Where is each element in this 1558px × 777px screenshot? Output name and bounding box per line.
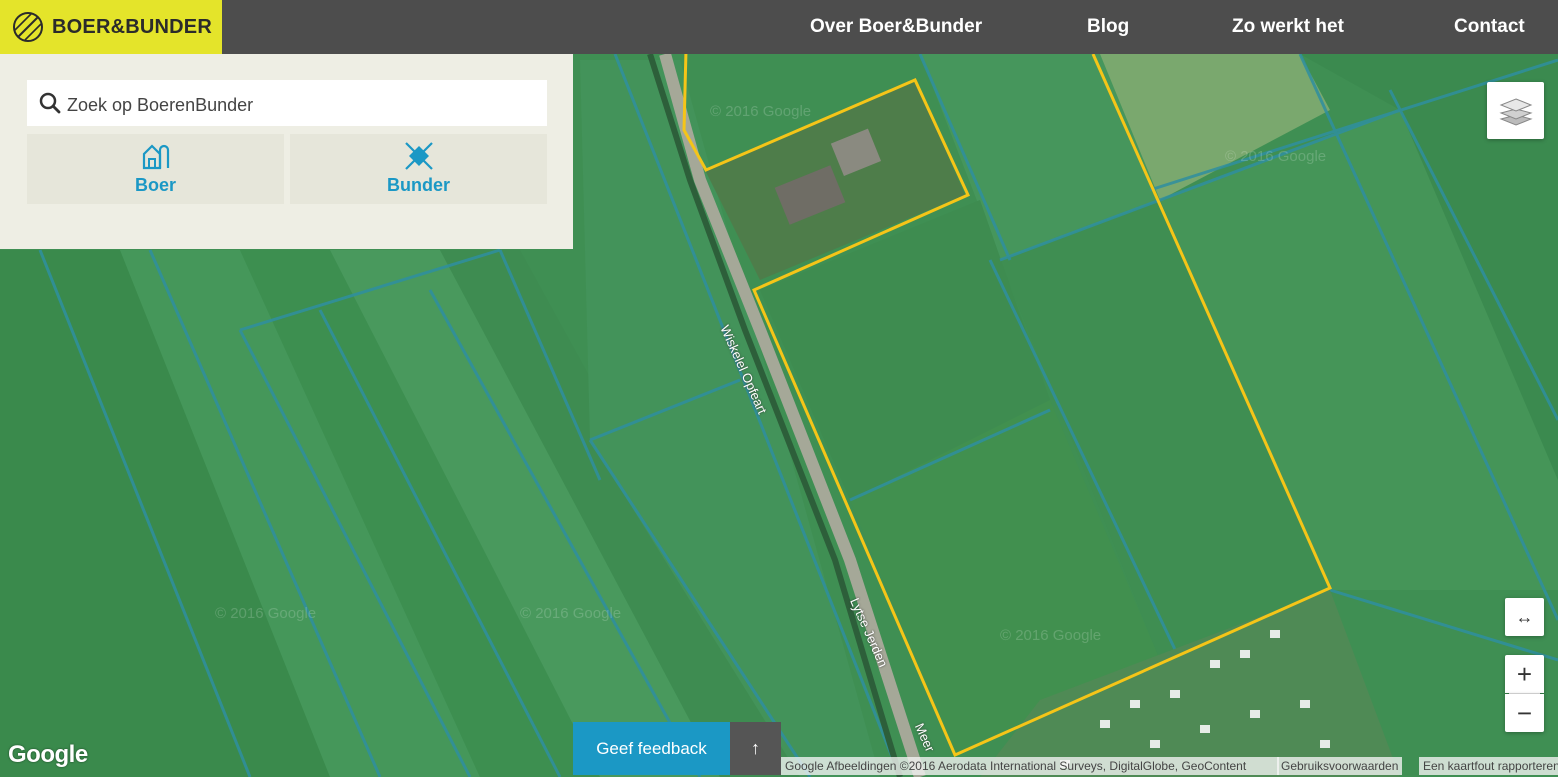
search-panel: Boer Bunder: [0, 54, 573, 249]
search-icon: [39, 92, 61, 114]
boer-button[interactable]: Boer: [27, 134, 284, 204]
bunder-button[interactable]: Bunder: [290, 134, 547, 204]
report-map-error-link[interactable]: Een kaartfout rapporteren: [1419, 757, 1558, 775]
map-watermark: © 2016 Google: [520, 605, 622, 622]
logo-mark-icon: [13, 12, 43, 42]
zoom-out-button[interactable]: −: [1505, 694, 1544, 732]
nav-contact[interactable]: Contact: [1454, 0, 1525, 54]
parcel-icon: [404, 142, 433, 170]
expand-button[interactable]: ↔: [1505, 598, 1544, 636]
map-attribution: Google Afbeeldingen ©2016 Aerodata Inter…: [781, 757, 1279, 775]
logo-text: BOER&BUNDER: [52, 16, 212, 38]
map-watermark: © 2016 Google: [215, 605, 317, 622]
search-input[interactable]: [67, 88, 537, 122]
farm-icon: [142, 144, 169, 170]
map-watermark: © 2016 Google: [1225, 148, 1327, 165]
map-watermark: © 2016 Google: [1000, 627, 1102, 644]
google-logo: Google: [8, 741, 88, 768]
feedback-button[interactable]: Geef feedback: [573, 722, 730, 775]
layers-icon: [1498, 97, 1533, 126]
zoom-divider: [1509, 693, 1540, 694]
zoom-in-button[interactable]: +: [1505, 655, 1544, 693]
bunder-button-label: Bunder: [387, 175, 450, 195]
layers-button[interactable]: [1487, 82, 1544, 139]
map-watermark: © 2016 Google: [710, 103, 812, 120]
nav-over-boer-bunder[interactable]: Over Boer&Bunder: [810, 0, 982, 54]
logo[interactable]: BOER&BUNDER: [0, 0, 222, 54]
terms-link[interactable]: Gebruiksvoorwaarden: [1277, 757, 1403, 775]
nav-blog[interactable]: Blog: [1087, 0, 1129, 54]
nav-zo-werkt-het[interactable]: Zo werkt het: [1232, 0, 1344, 54]
search-box[interactable]: [27, 80, 547, 126]
scroll-to-top-button[interactable]: ↑: [730, 722, 781, 775]
boer-button-label: Boer: [134, 175, 176, 195]
